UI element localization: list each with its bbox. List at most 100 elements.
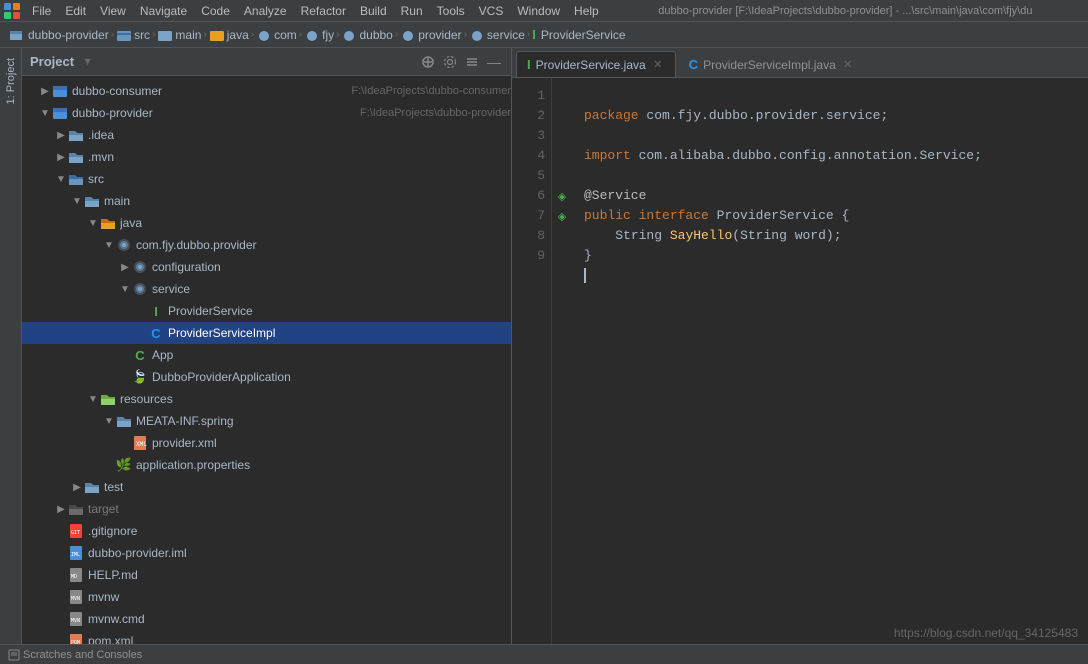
tree-label: ProviderServiceImpl: [168, 326, 511, 340]
tab-close-btn[interactable]: ✕: [651, 58, 665, 72]
tree-item-App[interactable]: C App: [22, 344, 511, 366]
tree-item-idea[interactable]: ▶ .idea: [22, 124, 511, 146]
tree-label: ProviderService: [168, 304, 511, 318]
tree-arrow: ▶: [38, 86, 52, 97]
tree-item-mvnw[interactable]: MVN mvnw: [22, 586, 511, 608]
folder-icon: [84, 479, 100, 495]
hide-panel-btn[interactable]: —: [485, 53, 503, 71]
gutter-line-7[interactable]: ◈: [552, 206, 572, 226]
tab-bar: I ProviderService.java ✕ C ProviderServi…: [512, 48, 1088, 78]
menu-build[interactable]: Build: [354, 2, 393, 20]
tree-label: application.properties: [136, 458, 511, 472]
tree-item-dubbo-provider[interactable]: ▼ dubbo-provider F:\IdeaProjects\dubbo-p…: [22, 102, 511, 124]
bc-service[interactable]: service: [487, 28, 525, 42]
bc-file[interactable]: ProviderService: [541, 28, 626, 42]
gutter-line-5: [552, 166, 572, 186]
tree-item-target[interactable]: ▶ target: [22, 498, 511, 520]
tree-item-app-properties[interactable]: 🌿 application.properties: [22, 454, 511, 476]
project-panel-toggle[interactable]: 1: Project: [3, 52, 19, 110]
tree-label: pom.xml: [88, 634, 511, 644]
gutter-line-1: [552, 86, 572, 106]
tab-interface-icon: I: [527, 57, 531, 72]
code-editor[interactable]: package com.fjy.dubbo.provider.service; …: [572, 78, 1088, 644]
tree-item-configuration[interactable]: ▶ configuration: [22, 256, 511, 278]
tree-label: .mvn: [88, 150, 511, 164]
bc-provider[interactable]: provider: [418, 28, 461, 42]
editor-area: I ProviderService.java ✕ C ProviderServi…: [512, 48, 1088, 644]
tree-item-resources[interactable]: ▼ resources: [22, 388, 511, 410]
mvn-icon: MVN: [68, 589, 84, 605]
tree-item-mvnw-cmd[interactable]: MVN mvnw.cmd: [22, 608, 511, 630]
tree-item-mvn[interactable]: ▶ .mvn: [22, 146, 511, 168]
tree-item-service[interactable]: ▼ service: [22, 278, 511, 300]
tree-label: dubbo-provider.iml: [88, 546, 511, 560]
tree-item-iml[interactable]: IML dubbo-provider.iml: [22, 542, 511, 564]
bc-fjy[interactable]: fjy: [322, 28, 334, 42]
svg-text:GIT: GIT: [71, 530, 80, 536]
menu-file[interactable]: File: [26, 2, 57, 20]
gutter-line-3: [552, 126, 572, 146]
tree-item-help[interactable]: MD HELP.md: [22, 564, 511, 586]
interface-icon: I: [148, 303, 164, 319]
bc-com[interactable]: com: [274, 28, 297, 42]
menu-refactor[interactable]: Refactor: [295, 2, 352, 20]
tree-path: F:\IdeaProjects\dubbo-consumer: [351, 85, 511, 97]
tab-label: ProviderService.java: [536, 58, 646, 72]
menu-code[interactable]: Code: [195, 2, 236, 20]
bc-dubbo[interactable]: dubbo: [359, 28, 392, 42]
tab-class-icon: C: [689, 57, 698, 72]
locate-file-btn[interactable]: [419, 53, 437, 71]
svg-text:MVN: MVN: [71, 596, 80, 602]
tab-ProviderServiceImpl[interactable]: C ProviderServiceImpl.java ✕: [678, 51, 866, 77]
bc-java[interactable]: java: [227, 28, 249, 42]
tab-close-btn[interactable]: ✕: [841, 58, 855, 72]
menu-navigate[interactable]: Navigate: [134, 2, 193, 20]
tree-item-com-package[interactable]: ▼ com.fjy.dubbo.provider: [22, 234, 511, 256]
menu-analyze[interactable]: Analyze: [238, 2, 293, 20]
left-strip: 1: Project: [0, 48, 22, 644]
tree-item-meta-inf[interactable]: ▼ MEATA-INF.spring: [22, 410, 511, 432]
tree-item-ProviderService[interactable]: I ProviderService: [22, 300, 511, 322]
springboot-icon: 🍃: [132, 369, 148, 385]
gutter-line-6[interactable]: ◈: [552, 186, 572, 206]
gutter: ◈ ◈: [552, 78, 572, 644]
properties-icon: 🌿: [116, 457, 132, 473]
tree-item-gitignore[interactable]: GIT .gitignore: [22, 520, 511, 542]
tree-arrow: ▼: [54, 174, 68, 185]
tree-item-java[interactable]: ▼ java: [22, 212, 511, 234]
folder-icon: [116, 413, 132, 429]
tree-item-DubboProviderApp[interactable]: 🍃 DubboProviderApplication: [22, 366, 511, 388]
collapse-btn[interactable]: [463, 53, 481, 71]
tree-item-test[interactable]: ▶ test: [22, 476, 511, 498]
tree-label: mvnw: [88, 590, 511, 604]
tree-label: App: [152, 348, 511, 362]
menu-window[interactable]: Window: [511, 2, 566, 20]
menu-run[interactable]: Run: [395, 2, 429, 20]
class-impl-icon: C: [148, 325, 164, 341]
resources-folder-icon: [100, 391, 116, 407]
package-icon: [132, 281, 148, 297]
tree-item-dubbo-consumer[interactable]: ▶ dubbo-consumer F:\IdeaProjects\dubbo-c…: [22, 80, 511, 102]
menu-tools[interactable]: Tools: [431, 2, 471, 20]
tree-item-provider-xml[interactable]: XML provider.xml: [22, 432, 511, 454]
tree-arrow: ▶: [54, 504, 68, 515]
mvn-icon: MVN: [68, 611, 84, 627]
tab-ProviderService[interactable]: I ProviderService.java ✕: [516, 51, 676, 77]
settings-btn[interactable]: [441, 53, 459, 71]
menu-view[interactable]: View: [94, 2, 132, 20]
tree-item-ProviderServiceImpl[interactable]: C ProviderServiceImpl: [22, 322, 511, 344]
bc-module[interactable]: dubbo-provider: [28, 28, 109, 42]
scratches-console-btn[interactable]: Scratches and Consoles: [8, 649, 142, 661]
tree-label: java: [120, 216, 511, 230]
bc-src[interactable]: src: [134, 28, 150, 42]
tree-item-pom[interactable]: POM pom.xml: [22, 630, 511, 644]
tree-item-src[interactable]: ▼ src: [22, 168, 511, 190]
project-dropdown-arrow[interactable]: ▼: [82, 56, 93, 68]
tree-item-main[interactable]: ▼ main: [22, 190, 511, 212]
menu-help[interactable]: Help: [568, 2, 605, 20]
menu-vcs[interactable]: VCS: [473, 2, 510, 20]
bc-main[interactable]: main: [175, 28, 201, 42]
tree-arrow: ▶: [70, 482, 84, 493]
menu-edit[interactable]: Edit: [59, 2, 92, 20]
tree-arrow: ▶: [54, 130, 68, 141]
